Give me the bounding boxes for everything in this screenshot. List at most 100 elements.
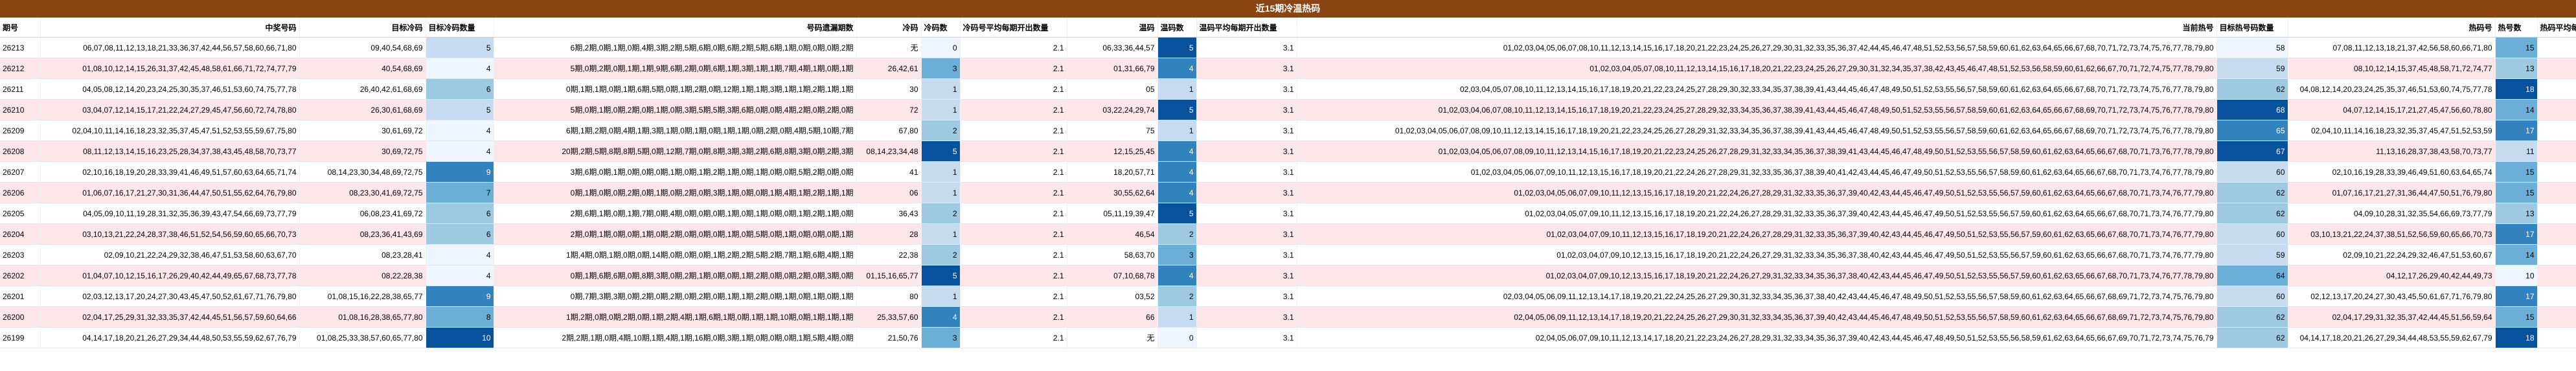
table-row[interactable]: 26206 01,06,07,16,17,21,27,30,31,36,44,47… — [0, 182, 2576, 203]
col-warm[interactable]: 温码 — [1067, 17, 1158, 38]
col-hot-avg[interactable]: 热码平均每期开出数量 — [2537, 17, 2576, 38]
cell-current-hot: 01,02,03,04,07,09,10,12,13,15,16,17,18,1… — [1297, 265, 2217, 286]
table-row[interactable]: 26204 03,10,13,21,22,24,28,37,38,46,51,52… — [0, 223, 2576, 245]
cell-missing: 2期,0期,1期,0期,0期,1期,0期,2期,0期,0期,0期,1期,0期,5… — [494, 223, 857, 245]
cell-current-hot: 01,02,03,04,05,07,08,10,11,12,13,14,15,1… — [1297, 58, 2217, 79]
cell-hot: 04,07,12,14,15,17,21,27,45,47,56,60,78,8… — [2288, 99, 2496, 120]
cell-current-hot: 02,03,04,05,07,08,10,11,12,13,14,15,16,1… — [1297, 78, 2217, 100]
cell-warm-avg: 3.1 — [1196, 327, 1297, 348]
cell-period: 26200 — [0, 306, 41, 328]
cell-hot-avg: 14.9 — [2537, 223, 2576, 245]
table-row[interactable]: 26213 06,07,08,11,12,13,18,21,33,36,37,42… — [0, 37, 2576, 58]
cell-period: 26202 — [0, 265, 41, 286]
table-row[interactable]: 26210 03,04,07,12,14,15,17,21,22,24,27,29… — [0, 99, 2576, 120]
cell-warm-avg: 3.1 — [1196, 78, 1297, 100]
cell-target-count: 8 — [426, 306, 494, 328]
cell-hot-count: 14 — [2495, 99, 2538, 120]
cell-cold-avg: 2.1 — [960, 306, 1067, 328]
cell-cold: 25,33,57,60 — [856, 306, 922, 328]
cell-period: 26207 — [0, 161, 41, 183]
cell-period: 26199 — [0, 327, 41, 348]
cell-cold: 72 — [856, 99, 922, 120]
cell-hot: 07,08,11,12,13,18,21,37,42,56,58,60,66,7… — [2288, 37, 2496, 58]
cell-cold-count: 0 — [921, 37, 961, 58]
cell-cold-avg: 2.1 — [960, 99, 1067, 120]
col-warm-count[interactable]: 温码数 — [1157, 17, 1197, 38]
col-hot-count[interactable]: 热号数 — [2495, 17, 2538, 38]
cell-target-hot-count: 65 — [2217, 120, 2288, 141]
col-cold-avg[interactable]: 冷码号平均每期开出数量 — [960, 17, 1067, 38]
cell-warm: 07,10,68,78 — [1067, 265, 1158, 286]
cell-warm-avg: 3.1 — [1196, 203, 1297, 224]
cell-warm: 05,11,19,39,47 — [1067, 203, 1158, 224]
cell-hot: 03,10,13,21,22,24,37,38,51,52,56,59,60,6… — [2288, 223, 2496, 245]
col-period[interactable]: 期号 — [0, 17, 41, 38]
col-cold-count[interactable]: 冷码数 — [921, 17, 961, 38]
table-row[interactable]: 26202 01,04,07,10,12,15,16,17,26,29,40,42… — [0, 265, 2576, 286]
cell-warm-count: 5 — [1157, 203, 1197, 224]
cell-warm-avg: 3.1 — [1196, 286, 1297, 307]
col-winning[interactable]: 中奖号码 — [40, 17, 300, 38]
cell-target-hot-count: 62 — [2217, 182, 2288, 203]
cell-warm: 12,15,25,45 — [1067, 141, 1158, 162]
cell-warm-avg: 3.1 — [1196, 223, 1297, 245]
cell-target-hot-count: 60 — [2217, 223, 2288, 245]
cell-hot-count: 15 — [2495, 306, 2538, 328]
cell-period: 26206 — [0, 182, 41, 203]
cell-cold-avg: 2.1 — [960, 161, 1067, 183]
table-row[interactable]: 26203 02,09,10,21,22,24,29,32,38,46,47,51… — [0, 244, 2576, 265]
table-row[interactable]: 26208 08,11,12,13,14,15,16,23,25,28,34,37… — [0, 141, 2576, 162]
cell-warm: 66 — [1067, 306, 1158, 328]
cell-warm-count: 2 — [1157, 223, 1197, 245]
col-target[interactable]: 目标冷码 — [299, 17, 426, 38]
cell-cold-count: 1 — [921, 286, 961, 307]
cell-missing: 1期,4期,0期,1期,0期,0期,14期,0期,0期,0期,1期,2期,2期,… — [494, 244, 857, 265]
cell-missing: 1期,2期,0期,0期,2期,0期,1期,2期,4期,1期,6期,1期,0期,1… — [494, 306, 857, 328]
table-row[interactable]: 26201 02,03,12,13,17,20,24,27,30,43,45,47… — [0, 286, 2576, 307]
cell-hot: 02,12,13,17,20,24,27,30,43,45,50,61,67,7… — [2288, 286, 2496, 307]
cell-warm: 无 — [1067, 327, 1158, 348]
cell-warm: 06,33,36,44,57 — [1067, 37, 1158, 58]
col-warm-avg[interactable]: 温码平均每期开出数量 — [1196, 17, 1297, 38]
cell-target: 06,08,23,41,69,72 — [299, 203, 426, 224]
cell-cold: 36,43 — [856, 203, 922, 224]
cell-cold-avg: 2.1 — [960, 37, 1067, 58]
table-row[interactable]: 26205 04,05,09,10,11,19,28,31,32,35,36,39… — [0, 203, 2576, 224]
cell-warm: 18,20,57,71 — [1067, 161, 1158, 183]
cell-target: 01,08,25,33,38,57,60,65,77,80 — [299, 327, 426, 348]
table-row[interactable]: 26209 02,04,10,11,14,16,18,23,32,35,37,45… — [0, 120, 2576, 141]
cell-warm-count: 1 — [1157, 120, 1197, 141]
cell-hot-avg: 14.9 — [2537, 58, 2576, 79]
cell-current-hot: 02,04,05,06,07,09,10,11,12,13,14,17,18,2… — [1297, 327, 2217, 348]
col-current-hot[interactable]: 当前热号 — [1297, 17, 2217, 38]
table-row[interactable]: 26199 04,14,17,18,20,21,26,27,29,34,44,48… — [0, 327, 2576, 348]
cell-hot-avg: 14.9 — [2537, 78, 2576, 100]
table-row[interactable]: 26200 02,04,17,25,29,31,32,33,35,37,42,44… — [0, 306, 2576, 328]
table-row[interactable]: 26211 04,05,08,12,14,20,23,24,25,30,35,37… — [0, 78, 2576, 100]
cell-target-count: 9 — [426, 286, 494, 307]
cell-target: 09,40,54,68,69 — [299, 37, 426, 58]
cell-target: 08,22,28,38 — [299, 265, 426, 286]
cell-warm: 05 — [1067, 78, 1158, 100]
cell-cold-count: 1 — [921, 223, 961, 245]
cell-winning: 03,10,13,21,22,24,28,37,38,46,51,52,54,5… — [40, 223, 300, 245]
cell-target-hot-count: 62 — [2217, 327, 2288, 348]
cell-cold-avg: 2.1 — [960, 78, 1067, 100]
cell-hot-avg: 14.9 — [2537, 182, 2576, 203]
cell-warm-count: 4 — [1157, 161, 1197, 183]
table-row[interactable]: 26212 01,08,10,12,14,15,26,31,37,42,45,48… — [0, 58, 2576, 79]
cell-warm: 30,55,62,64 — [1067, 182, 1158, 203]
cell-current-hot: 01,02,03,04,06,07,08,10,11,12,13,14,15,1… — [1297, 99, 2217, 120]
cell-cold-avg: 2.1 — [960, 141, 1067, 162]
cell-target: 30,61,69,72 — [299, 120, 426, 141]
table-row[interactable]: 26207 02,10,16,18,19,20,28,33,39,41,46,49… — [0, 161, 2576, 183]
cell-cold-count: 3 — [921, 327, 961, 348]
cell-current-hot: 01,02,03,04,05,06,07,08,09,10,11,12,13,1… — [1297, 141, 2217, 162]
col-missing[interactable]: 号码遗漏期数 — [494, 17, 857, 38]
cell-cold-avg: 2.1 — [960, 203, 1067, 224]
col-cold[interactable]: 冷码 — [856, 17, 922, 38]
col-target-count[interactable]: 目标冷码数量 — [426, 17, 494, 38]
cell-warm: 01,31,66,79 — [1067, 58, 1158, 79]
col-hot[interactable]: 热码号 — [2288, 17, 2496, 38]
col-target-hot-count[interactable]: 目标热号码数量 — [2217, 17, 2288, 38]
